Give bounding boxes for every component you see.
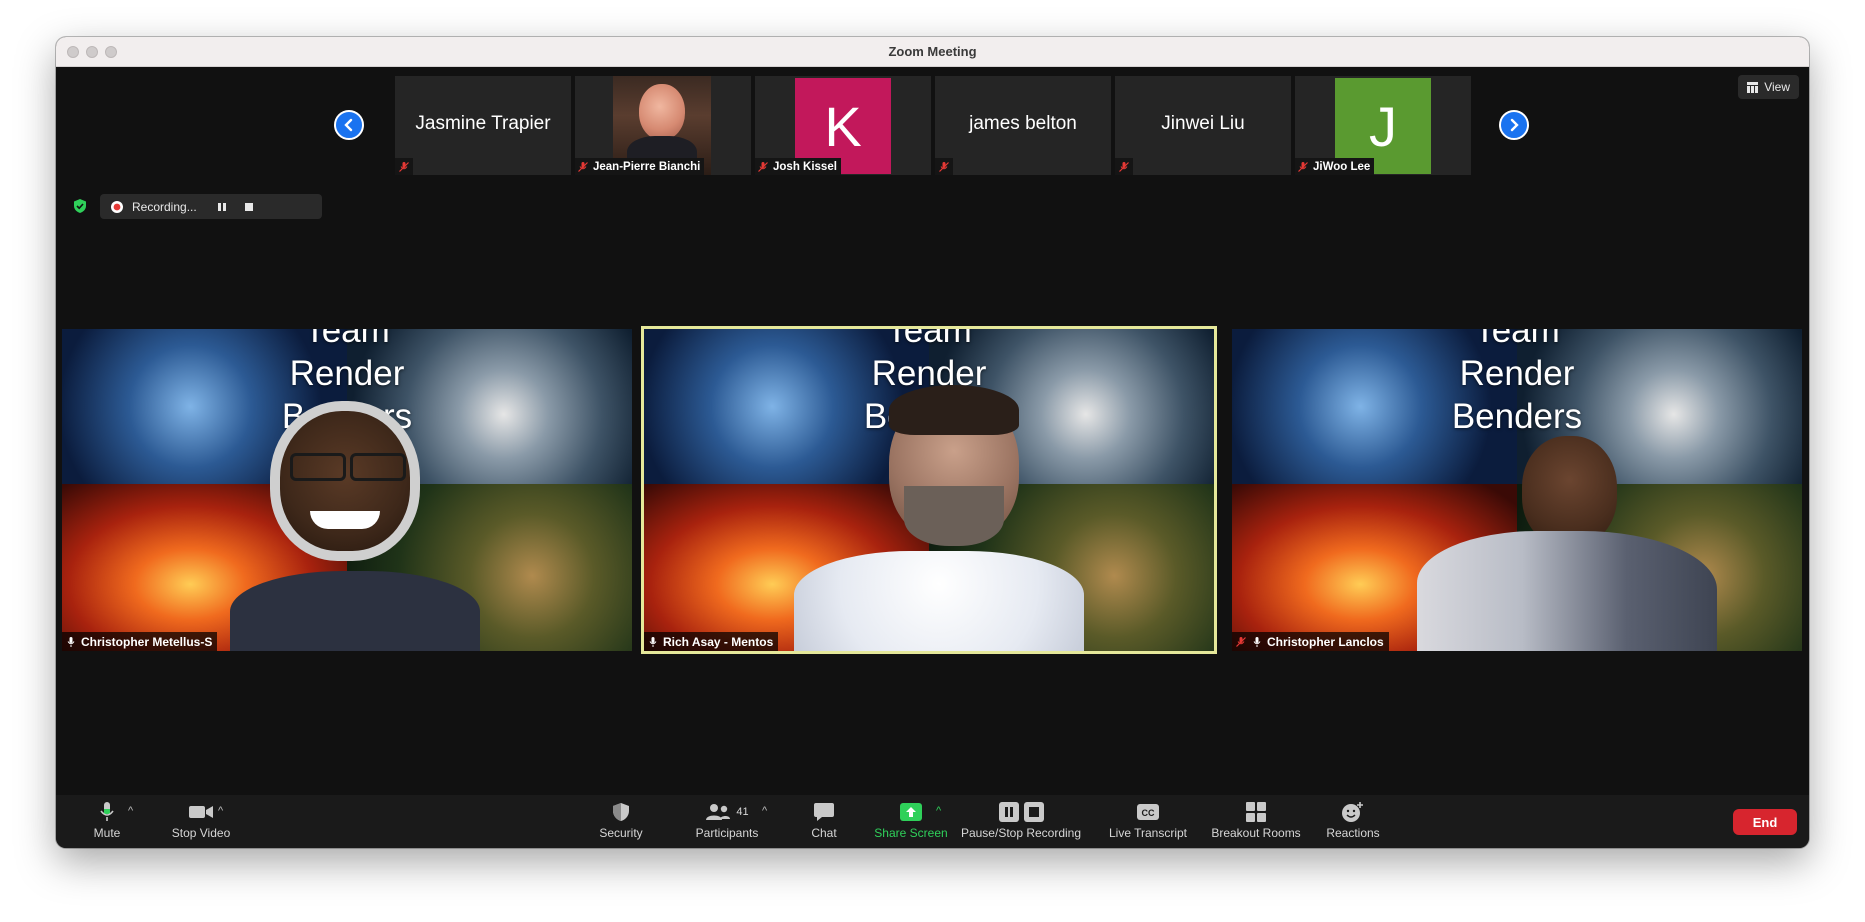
pause-stop-recording-button[interactable]: Pause/Stop Recording [958, 799, 1084, 840]
video-tile-christopher-metellus[interactable]: Team Render Benders Christopher Metellus… [62, 329, 632, 651]
stop-video-button[interactable]: Stop Video [156, 799, 246, 840]
people-icon [706, 803, 731, 820]
mic-muted-icon [399, 161, 409, 172]
participant-video [230, 401, 480, 651]
grid-view-icon [1747, 81, 1759, 93]
participants-count: 41 [736, 805, 749, 818]
title-bar: Zoom Meeting [56, 37, 1809, 67]
reactions-label: Reactions [1326, 826, 1380, 840]
encryption-shield-icon[interactable] [72, 198, 88, 214]
view-button-label: View [1764, 80, 1790, 94]
live-transcript-label: Live Transcript [1108, 826, 1188, 840]
chat-bubble-icon [814, 802, 834, 821]
participant-thumb-jasmine-trapier[interactable]: Jasmine Trapier [395, 76, 571, 175]
participant-video [794, 385, 1084, 651]
mic-muted-icon [1236, 636, 1246, 647]
participant-thumb-jiwoo-lee[interactable]: J JiWoo Lee [1295, 76, 1471, 175]
record-dot-icon [111, 200, 123, 213]
share-screen-icon [900, 802, 922, 821]
pause-icon [998, 801, 1019, 822]
meeting-toolbar: Mute ^ Stop Video ^ Security 41 Particip… [56, 795, 1809, 848]
mic-muted-icon [1119, 161, 1129, 172]
previous-page-button[interactable] [334, 110, 364, 140]
participant-label: Christopher Metellus-S [81, 634, 213, 649]
participants-label: Participants [695, 826, 759, 840]
chat-button[interactable]: Chat [804, 799, 844, 840]
next-page-button[interactable] [1499, 110, 1529, 140]
mute-button[interactable]: Mute [86, 799, 128, 840]
breakout-rooms-label: Breakout Rooms [1211, 826, 1301, 840]
participant-thumb-jean-pierre-bianchi[interactable]: Jean-Pierre Bianchi [575, 76, 751, 175]
speaker-spotlight-icon [649, 636, 657, 647]
video-tile-rich-asay[interactable]: Team Render Benders Rich Asay - Mentos [641, 326, 1217, 654]
speaker-spotlight-icon [67, 636, 75, 647]
breakout-rooms-icon [1246, 801, 1266, 822]
chat-label: Chat [811, 826, 837, 840]
view-button[interactable]: View [1738, 75, 1799, 99]
participant-label: Jean-Pierre Bianchi [593, 160, 701, 173]
mic-muted-icon [1298, 161, 1308, 172]
participant-thumb-josh-kissel[interactable]: K Josh Kissel [755, 76, 931, 175]
recording-indicator: Recording... [100, 194, 322, 219]
zoom-window: Zoom Meeting View Jasmine Trapier Jean-P… [56, 37, 1809, 848]
pause-stop-recording-label: Pause/Stop Recording [960, 826, 1082, 840]
microphone-icon [100, 801, 114, 821]
mic-muted-icon [758, 161, 768, 172]
participant-video [1417, 436, 1717, 651]
video-options-caret[interactable]: ^ [218, 805, 223, 817]
participant-label: Rich Asay - Mentos [663, 634, 774, 649]
participant-name: Jinwei Liu [1161, 113, 1245, 134]
participant-name: james belton [969, 113, 1077, 134]
window-title: Zoom Meeting [888, 44, 977, 59]
participant-label: Christopher Lanclos [1267, 634, 1384, 649]
participant-thumb-jinwei-liu[interactable]: Jinwei Liu [1115, 76, 1291, 175]
breakout-rooms-button[interactable]: Breakout Rooms [1204, 799, 1308, 840]
mute-label: Mute [93, 826, 121, 840]
participant-thumb-james-belton[interactable]: james belton [935, 76, 1111, 175]
end-meeting-button[interactable]: End [1733, 809, 1797, 835]
chevron-right-icon [1510, 118, 1519, 132]
smiley-plus-icon [1342, 801, 1363, 822]
pause-recording-icon[interactable] [217, 202, 227, 212]
closed-captions-icon: CC [1137, 803, 1159, 820]
share-screen-label: Share Screen [874, 826, 948, 840]
svg-text:CC: CC [1142, 808, 1155, 818]
audio-options-caret[interactable]: ^ [128, 805, 133, 817]
participant-label: JiWoo Lee [1313, 160, 1371, 173]
stop-video-label: Stop Video [171, 826, 231, 840]
participants-button[interactable]: 41 Participants [684, 799, 770, 840]
speaker-spotlight-icon [1253, 636, 1261, 647]
participant-name: Jasmine Trapier [415, 113, 551, 134]
share-options-caret[interactable]: ^ [936, 805, 941, 817]
background-banner: Team Render Benders [1451, 329, 1583, 436]
live-transcript-button[interactable]: CC Live Transcript [1100, 799, 1196, 840]
video-tile-christopher-lanclos[interactable]: Team Render Benders Christopher Lanclos [1232, 329, 1802, 651]
chevron-left-icon [344, 118, 353, 132]
share-screen-button[interactable]: Share Screen [864, 799, 958, 840]
stop-recording-icon[interactable] [244, 202, 254, 212]
mic-muted-icon [578, 161, 588, 172]
reactions-button[interactable]: Reactions [1318, 799, 1388, 840]
recording-status: Recording... [132, 199, 197, 214]
video-camera-icon [189, 805, 213, 818]
stop-icon [1023, 801, 1044, 822]
participants-options-caret[interactable]: ^ [762, 805, 767, 817]
mic-muted-icon [939, 161, 949, 172]
security-label: Security [599, 826, 643, 840]
shield-icon [613, 802, 629, 821]
participant-label: Josh Kissel [773, 160, 837, 173]
security-button[interactable]: Security [591, 799, 651, 840]
